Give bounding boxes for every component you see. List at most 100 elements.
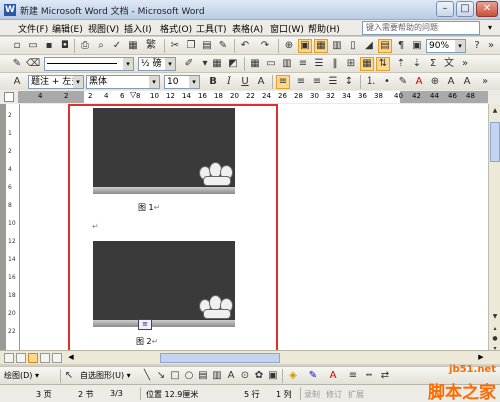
redo-icon[interactable]: ↷ xyxy=(258,39,272,53)
enclose-icon[interactable]: A xyxy=(444,75,458,89)
line-color-icon[interactable]: ✎ xyxy=(306,369,320,383)
numbering-icon[interactable]: ⒈ xyxy=(364,75,378,89)
format-painter-icon[interactable]: ✎ xyxy=(216,39,230,53)
char-border-icon[interactable]: A xyxy=(254,75,268,89)
scroll-left-icon[interactable]: ◀ xyxy=(66,353,76,363)
draw-menu-button[interactable]: 绘图(D) ▾ xyxy=(4,370,39,381)
align-center-icon[interactable]: ≡ xyxy=(294,75,308,89)
line-weight-select[interactable]: ½ 磅 ▾ xyxy=(138,57,176,71)
line-style-select[interactable]: ▾ xyxy=(44,57,134,71)
close-button[interactable]: ✕ xyxy=(476,1,498,17)
bullets-icon[interactable]: • xyxy=(380,75,394,89)
paste-icon[interactable]: ▤ xyxy=(200,39,214,53)
scroll-right-icon[interactable]: ▶ xyxy=(476,353,486,363)
indent-marker-icon[interactable]: ▽ xyxy=(130,90,136,99)
eraser-icon[interactable]: ⌫ xyxy=(26,57,40,71)
minimize-button[interactable]: – xyxy=(436,1,454,17)
menu-window[interactable]: 窗口(W) xyxy=(270,22,304,35)
wordart-icon[interactable]: A xyxy=(224,369,238,383)
save-icon[interactable]: ▪ xyxy=(42,39,56,53)
insert-table-2-icon[interactable]: ▦ xyxy=(248,57,262,71)
maximize-button[interactable]: □ xyxy=(456,1,474,17)
line-style-icon[interactable]: ≡ xyxy=(346,369,360,383)
border-color-icon[interactable]: ✐ xyxy=(182,57,196,71)
help-dropdown-icon[interactable]: ▾ xyxy=(484,21,496,35)
select-objects-icon[interactable]: ↖ xyxy=(62,369,76,383)
merge-cells-icon[interactable]: ▭ xyxy=(264,57,278,71)
autosum-icon[interactable]: Σ xyxy=(426,57,440,71)
highlight-icon[interactable]: ✎ xyxy=(396,75,410,89)
oval-icon[interactable]: ○ xyxy=(182,369,196,383)
scroll-thumb[interactable] xyxy=(490,122,500,162)
research-icon[interactable]: ▦ xyxy=(126,39,140,53)
italic-icon[interactable]: I xyxy=(222,75,236,89)
font-size-select[interactable]: 10 ▾ xyxy=(164,75,200,89)
distributed-icon[interactable]: ☰ xyxy=(326,75,340,89)
autofit-icon[interactable]: ⊞ xyxy=(344,57,358,71)
menu-view[interactable]: 视图(V) xyxy=(88,22,119,35)
align-justify-icon[interactable]: ≡ xyxy=(276,75,290,89)
line-spacing-icon[interactable]: ↕ xyxy=(342,75,356,89)
horizontal-scroll-thumb[interactable] xyxy=(160,353,280,363)
more-2-icon[interactable]: » xyxy=(458,57,472,71)
chinese-layout-icon[interactable]: 文 xyxy=(442,57,456,71)
print-view-button[interactable] xyxy=(28,353,38,363)
fill-color-icon[interactable]: ◈ xyxy=(286,369,300,383)
style-select[interactable]: 题注 + 左多 ▾ xyxy=(28,75,84,89)
columns-icon[interactable]: ▯ xyxy=(346,39,360,53)
tab-selector-icon[interactable] xyxy=(4,92,14,102)
help-search-input[interactable]: 键入需要帮助的问题 xyxy=(362,21,480,35)
insert-table-icon[interactable]: ▦ xyxy=(314,39,328,53)
diagram-icon[interactable]: ⊙ xyxy=(238,369,252,383)
more-icon[interactable]: » xyxy=(484,39,498,53)
menu-help[interactable]: 帮助(H) xyxy=(308,22,340,35)
document-map-icon[interactable]: ▤ xyxy=(378,39,392,53)
help-icon[interactable]: ? xyxy=(470,39,484,53)
styles-pane-icon[interactable]: A xyxy=(10,75,24,89)
bold-icon[interactable]: B xyxy=(206,75,220,89)
normal-view-button[interactable] xyxy=(4,353,14,363)
web-view-button[interactable] xyxy=(16,353,26,363)
new-icon[interactable]: ▫ xyxy=(10,39,24,53)
align-icon[interactable]: ≡ xyxy=(296,57,310,71)
undo-icon[interactable]: ↶ xyxy=(238,39,252,53)
tables-borders-icon[interactable]: ▣ xyxy=(298,39,312,53)
status-extend[interactable]: 扩展 xyxy=(348,389,364,400)
vertical-scrollbar[interactable]: ▲ ▼ ▴ ● ▾ xyxy=(488,104,500,356)
sort-desc-icon[interactable]: ⇣ xyxy=(410,57,424,71)
browse-object-icon[interactable]: ● xyxy=(490,334,500,344)
textbox-icon[interactable]: ▤ xyxy=(196,369,210,383)
reading-view-button[interactable] xyxy=(52,353,62,363)
menu-table[interactable]: 表格(A) xyxy=(232,22,263,35)
outside-border-icon[interactable]: ▦ xyxy=(210,57,224,71)
underline-icon[interactable]: U xyxy=(238,75,252,89)
menu-format[interactable]: 格式(O) xyxy=(160,22,192,35)
scroll-down-icon[interactable]: ▼ xyxy=(490,312,500,322)
dash-style-icon[interactable]: ┅ xyxy=(362,369,376,383)
spelling-icon[interactable]: ✓ xyxy=(110,39,124,53)
sort-asc-icon[interactable]: ⇡ xyxy=(394,57,408,71)
distribute-rows-icon[interactable]: ☰ xyxy=(312,57,326,71)
horizontal-ruler[interactable]: 4 2 2 4 6 8 10 12 14 16 18 20 22 24 26 2… xyxy=(0,90,500,104)
rectangle-icon[interactable]: □ xyxy=(168,369,182,383)
clipart-icon[interactable]: ✿ xyxy=(252,369,266,383)
font-select[interactable]: 黑体 ▾ xyxy=(86,75,160,89)
vertical-textbox-icon[interactable]: ▥ xyxy=(210,369,224,383)
autoshapes-button[interactable]: 自选图形(U) ▾ xyxy=(80,370,131,381)
picture-icon[interactable]: ▣ xyxy=(266,369,280,383)
draw-table-icon[interactable]: ✎ xyxy=(10,57,24,71)
menu-edit[interactable]: 编辑(E) xyxy=(52,22,83,35)
read-icon[interactable]: ▣ xyxy=(410,39,424,53)
distribute-cols-icon[interactable]: ‖ xyxy=(328,57,342,71)
traditional-chinese-icon[interactable]: 繁 xyxy=(142,39,160,53)
previous-page-icon[interactable]: ▴ xyxy=(490,324,500,334)
table-autoformat-icon[interactable]: ▦ xyxy=(360,57,374,71)
font-color-icon[interactable]: A xyxy=(412,75,426,89)
arrow-icon[interactable]: ↘ xyxy=(154,369,168,383)
menu-tools[interactable]: 工具(T) xyxy=(196,22,227,35)
menu-insert[interactable]: 插入(I) xyxy=(124,22,152,35)
print-icon[interactable]: ⎙ xyxy=(78,39,92,53)
cut-icon[interactable]: ✂ xyxy=(168,39,182,53)
align-right-icon[interactable]: ≡ xyxy=(310,75,324,89)
show-hide-icon[interactable]: ¶ xyxy=(394,39,408,53)
